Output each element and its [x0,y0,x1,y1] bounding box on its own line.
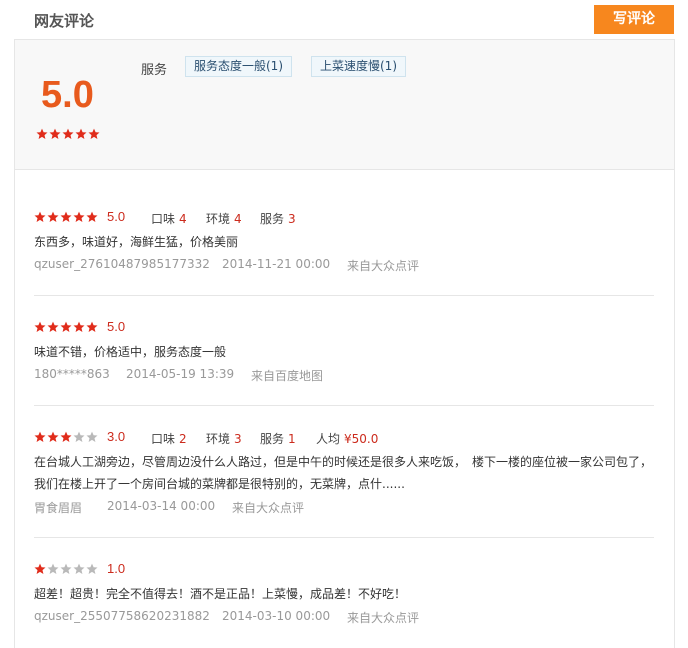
star-empty-icon [47,563,59,575]
review-stars [34,563,98,575]
star-filled-icon [34,211,46,223]
review-subscore-taste: 口味 4 [151,212,187,226]
review-subscore-service: 服务 3 [260,212,296,226]
star-empty-icon [73,431,85,443]
review-content: 超差！超贵！完全不值得去！酒不是正品！上菜慢，成品差！不好吃！ [34,587,407,601]
review-score: 5.0 [107,209,126,224]
review-subscore-environment: 环境 3 [206,432,242,446]
review-source: 来自大众点评 [347,611,420,625]
page-title: 网友评论 [34,12,95,30]
review-subscore-taste: 口味 2 [151,432,187,446]
review-stars [34,211,98,223]
review-user: qzuser_25507758620231882 [34,609,210,623]
review-subscore-service: 服务 1 [260,432,296,446]
review-content: 在台城人工湖旁边，尽管周边没什么人路过，但是中午的时候还是很多人来吃饭， 楼下一… [34,455,653,491]
review-source: 来自百度地图 [251,369,324,383]
review-date: 2014-03-14 00:00 [107,499,216,513]
star-filled-icon [73,211,85,223]
tag-category-label: 服务 [141,63,168,78]
star-empty-icon [60,563,72,575]
divider [34,405,654,406]
review-stars [34,431,98,443]
review-stars [34,321,98,333]
header: 网友评论 写评论 [0,0,688,40]
write-review-button[interactable]: 写评论 [594,5,674,34]
review-user: 180*****863 [34,367,110,381]
star-filled-icon [49,128,61,140]
star-filled-icon [34,321,46,333]
review-content: 东西多，味道好，海鲜生猛，价格美丽 [34,235,239,249]
review-subscore-per-person: 人均 ¥50.0 [316,432,379,446]
star-empty-icon [73,563,85,575]
star-filled-icon [60,211,72,223]
star-filled-icon [34,563,46,575]
overall-score: 5.0 [41,74,94,116]
divider [34,295,654,296]
review-score: 5.0 [107,319,126,334]
review-subscore-environment: 环境 4 [206,212,242,226]
star-empty-icon [86,563,98,575]
review-date: 2014-03-10 00:00 [222,609,331,623]
tag-service-attitude[interactable]: 服务态度一般(1) [185,56,292,77]
star-filled-icon [75,128,87,140]
review-date: 2014-05-19 13:39 [126,367,235,381]
tag-serving-speed[interactable]: 上菜速度慢(1) [311,56,406,77]
divider [34,537,654,538]
review-date: 2014-11-21 00:00 [222,257,331,271]
star-filled-icon [86,321,98,333]
overall-stars [36,128,100,140]
star-filled-icon [86,211,98,223]
star-filled-icon [47,211,59,223]
review-score: 3.0 [107,429,126,444]
star-filled-icon [60,321,72,333]
review-content: 味道不错，价格适中，服务态度一般 [34,345,227,359]
rating-summary: 5.0 服务 服务态度一般(1) 上菜速度慢(1) [15,40,674,170]
review-source: 来自大众点评 [232,501,305,515]
review-score: 1.0 [107,561,126,576]
review-source: 来自大众点评 [347,259,420,273]
star-filled-icon [60,431,72,443]
star-filled-icon [36,128,48,140]
star-filled-icon [34,431,46,443]
star-empty-icon [86,431,98,443]
review-user: qzuser_27610487985177332 [34,257,210,271]
star-filled-icon [88,128,100,140]
review-user: 胃食眉眉 [34,501,83,515]
star-filled-icon [62,128,74,140]
star-filled-icon [47,321,59,333]
star-filled-icon [47,431,59,443]
star-filled-icon [73,321,85,333]
